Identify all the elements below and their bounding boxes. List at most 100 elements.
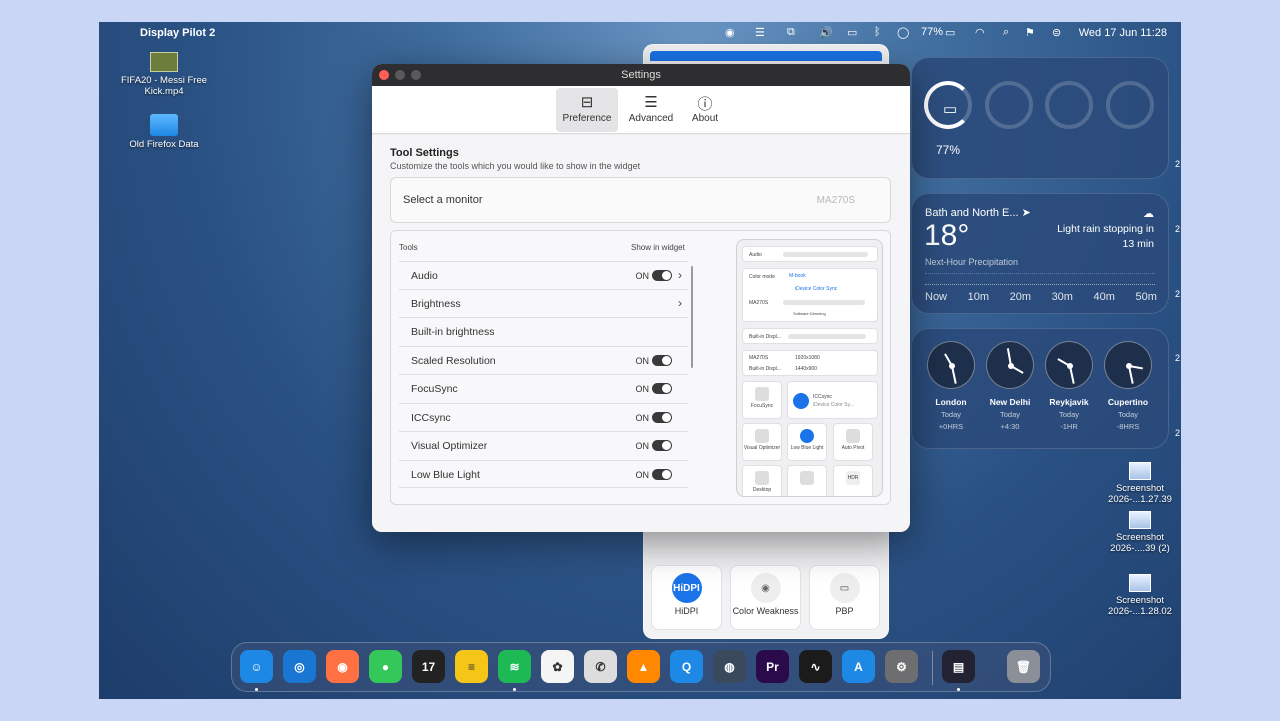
preview-builtin-card: Built-in Displ...	[742, 328, 878, 344]
edge-clipped-text: 2	[1175, 428, 1181, 438]
desktop-icon-label: Screenshot 2026-...1.27.39	[1108, 483, 1172, 505]
tool-row-scaled-resolution[interactable]: Scaled Resolution ON	[399, 346, 688, 374]
screenshot-file-icon	[1129, 511, 1151, 529]
wifi-icon[interactable]: ◠	[975, 26, 985, 39]
bluetooth-icon[interactable]: ᛒ	[874, 26, 881, 38]
dock-app-store-icon[interactable]: A	[842, 650, 875, 683]
tool-row-focusync[interactable]: FocuSync ON	[399, 374, 688, 402]
clock-london: London Today +0HRS	[925, 341, 977, 431]
tab-advanced[interactable]: ☰ Advanced	[620, 88, 682, 132]
battery-icon[interactable]: ▭	[945, 26, 955, 39]
tool-toggle[interactable]	[652, 469, 672, 480]
active-app-name[interactable]: Display Pilot 2	[140, 27, 215, 39]
monitor-select-value: MA270S	[816, 195, 855, 206]
edge-clipped-text: 2	[1175, 289, 1181, 299]
dock-trash-icon[interactable]: 🗑	[1007, 650, 1040, 683]
user-icon[interactable]: ◯	[897, 26, 909, 39]
window-title: Settings	[621, 69, 661, 81]
dock-quicktime-icon[interactable]: Q	[670, 650, 703, 683]
tool-toggle[interactable]	[652, 440, 672, 451]
dock-messages-icon[interactable]: ●	[369, 650, 402, 683]
dock-firefox-icon[interactable]: ◉	[326, 650, 359, 683]
dock-finder-icon[interactable]: ☺	[240, 650, 273, 683]
volume-icon[interactable]: 🔊	[819, 26, 833, 39]
menu-clock[interactable]: Wed 17 Jun 11:28	[1079, 27, 1167, 39]
preview-label: Software Dimming	[793, 311, 826, 316]
flag-icon[interactable]: ⚑	[1025, 26, 1035, 39]
preview-focusync-tile: FocuSync	[742, 381, 782, 419]
dock-notes-icon[interactable]: ≡	[455, 650, 488, 683]
tool-toggle[interactable]	[652, 355, 672, 366]
sliders-icon: ☰	[644, 94, 658, 111]
tools-column-header: Tools	[399, 243, 418, 252]
chevron-right-icon[interactable]: ›	[678, 268, 682, 282]
tab-about[interactable]: ⓘ About	[674, 88, 736, 132]
desktop-icon-screenshot-1[interactable]: Screenshot 2026-...1.27.39	[1095, 462, 1181, 505]
dock-running-indicator	[255, 688, 258, 691]
chevron-right-icon[interactable]: ›	[678, 296, 682, 310]
pbp-tile[interactable]: ▭ PBP	[809, 565, 880, 630]
desktop-icon	[755, 471, 769, 485]
keyboard-icon[interactable]: ▭	[847, 26, 857, 39]
tab-preference[interactable]: ⊟ Preference	[556, 88, 618, 132]
preview-visual-optimizer-tile: Visual Optimizer	[742, 423, 782, 461]
dock-vlc-icon[interactable]: ▲	[627, 650, 660, 683]
dock-spotify-icon[interactable]: ≋	[498, 650, 531, 683]
tool-row-visual-optimizer[interactable]: Visual Optimizer ON	[399, 431, 688, 459]
dock-photos-icon[interactable]: ✿	[541, 650, 574, 683]
desktop-icon-screenshot-3[interactable]: Screenshot 2026-...1.28.02	[1095, 574, 1181, 617]
dock-display-pilot-icon[interactable]: ▤	[942, 650, 975, 683]
tab-label: About	[691, 113, 719, 124]
section-title: Tool Settings	[390, 147, 459, 159]
tool-toggle[interactable]	[652, 270, 672, 281]
dock-running-indicator	[513, 688, 516, 691]
display-pilot-status-icon[interactable]: ◉	[725, 26, 735, 39]
clock-city: New Delhi	[989, 397, 1031, 407]
control-center-icon[interactable]: ⊜	[1052, 26, 1061, 39]
preview-label: iDevice Color Sy...	[813, 402, 854, 408]
spotlight-icon[interactable]: ⌕	[1003, 26, 1009, 39]
hidpi-tile[interactable]: HiDPI HiDPI	[651, 565, 722, 630]
tool-toggle[interactable]	[652, 383, 672, 394]
title-bar: Settings	[372, 64, 910, 86]
battery-widget[interactable]: ▭ 77%	[911, 57, 1169, 179]
dock-safari-icon[interactable]: ◎	[283, 650, 316, 683]
precipitation-times: Now 10m 20m 30m 40m 50m	[925, 291, 1157, 303]
clock-offset: -8HRS	[1116, 422, 1140, 431]
settings-window: Settings ⊟ Preference ☰ Advanced ⓘ About…	[372, 64, 910, 532]
tools-scrollbar[interactable]	[691, 266, 693, 368]
color-weakness-tile[interactable]: ◉ Color Weakness	[730, 565, 801, 630]
tool-toggle[interactable]	[652, 412, 672, 423]
desktop-icon-label: Old Firefox Data	[129, 139, 199, 150]
tool-name: Audio	[411, 270, 438, 282]
clock-reykjavik: Reykjavik Today -1HR	[1043, 341, 1095, 431]
preview-tile	[787, 465, 827, 496]
preview-audio-card: Audio	[742, 246, 878, 262]
dock-xcode-speaker-icon[interactable]: ◍	[713, 650, 746, 683]
battery-percent[interactable]: 77%	[921, 26, 943, 38]
tool-row-low-blue-light[interactable]: Low Blue Light ON	[399, 460, 688, 488]
hdr-icon: HDR	[846, 471, 860, 485]
toggles-icon: ⊟	[580, 94, 594, 111]
dock-system-settings-icon[interactable]: ⚙	[885, 650, 918, 683]
dock-premiere-icon[interactable]: Pr	[756, 650, 789, 683]
desktop-icon-screenshot-2[interactable]: Screenshot 2026-....39 (2)	[1095, 511, 1181, 554]
desktop-icon-folder[interactable]: Old Firefox Data	[119, 114, 209, 150]
dock-activity-monitor-icon[interactable]: ∿	[799, 650, 832, 683]
monitor-select[interactable]: Select a monitor MA270S	[390, 177, 891, 223]
tool-row-audio[interactable]: Audio ON ›	[399, 261, 688, 289]
tool-row-builtin-brightness[interactable]: Built-in brightness	[399, 317, 688, 345]
dock-calendar-icon[interactable]: 17	[412, 650, 445, 683]
tool-name: Low Blue Light	[411, 469, 480, 481]
dock-whatsapp-icon[interactable]: ✆	[584, 650, 617, 683]
screen-mirror-icon[interactable]: ⧉	[787, 26, 795, 39]
weather-widget[interactable]: Bath and North E... ➤ 18° ☁ Light rain s…	[911, 193, 1169, 314]
sliders-status-icon[interactable]: ☰	[755, 26, 765, 39]
desktop-icon-video[interactable]: FIFA20 - Messi Free Kick.mp4	[119, 52, 209, 97]
tool-row-iccsync[interactable]: ICCsync ON	[399, 403, 688, 431]
tool-row-brightness[interactable]: Brightness ›	[399, 289, 688, 317]
preview-auto-pivot-tile: Auto Pivot	[833, 423, 873, 461]
folder-icon	[150, 114, 178, 136]
world-clock-widget[interactable]: London Today +0HRS New Delhi Today +4:30…	[911, 328, 1169, 449]
desktop-icon-label: FIFA20 - Messi Free Kick.mp4	[120, 75, 208, 97]
